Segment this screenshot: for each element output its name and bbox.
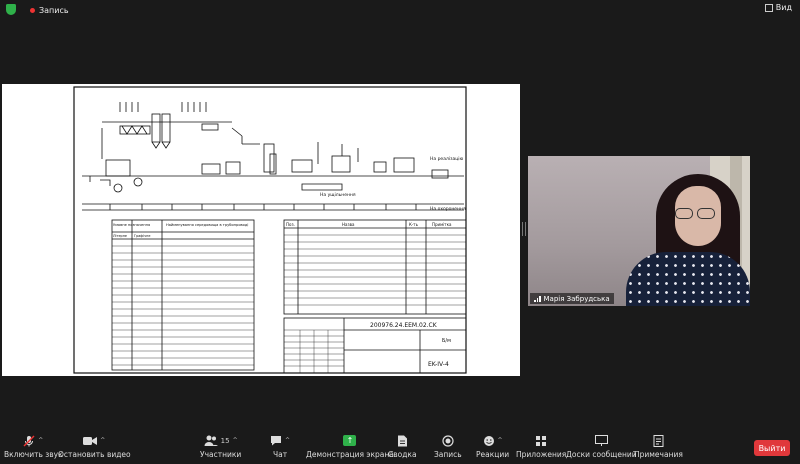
- participants-label: Участники: [200, 450, 242, 459]
- technological-scheme-drawing: На ущільнення На реалізацію На охороненн…: [73, 86, 467, 374]
- spec-header-name: Назва: [342, 222, 355, 227]
- recording-label: Запись: [39, 5, 69, 15]
- share-screen-label: Демонстрация экрана: [306, 450, 394, 459]
- mic-muted-icon: [23, 435, 35, 446]
- grid-view-icon: [764, 3, 773, 12]
- participants-button[interactable]: 15 ^ Участники: [200, 434, 241, 459]
- chevron-up-icon[interactable]: ^: [38, 437, 43, 444]
- reactions-label: Реакции: [476, 450, 510, 459]
- signal-bars-icon: [534, 295, 541, 302]
- participants-icon: [204, 435, 218, 446]
- unmute-button[interactable]: ^ Включить звук: [4, 434, 63, 459]
- share-screen-icon: ↑: [343, 435, 357, 446]
- participant-name-tag: Марія Забрудська: [530, 293, 614, 304]
- legend-col1-title: Умовне позначення: [113, 223, 150, 227]
- whiteboard-icon: [594, 435, 608, 446]
- chevron-up-icon[interactable]: ^: [100, 437, 105, 444]
- document-icon: [397, 435, 407, 446]
- record-label: Запись: [434, 450, 462, 459]
- chevron-up-icon[interactable]: ^: [498, 437, 503, 444]
- meeting-toolbar: ^ Включить звук ^ Остановить видео 15 ^ …: [0, 430, 800, 464]
- view-label: Вид: [775, 3, 792, 12]
- video-camera-icon: [83, 436, 98, 445]
- chat-bubble-icon: [271, 436, 281, 446]
- label-to-waste: На охоронення: [430, 206, 466, 212]
- label-to-cooling: На ущільнення: [320, 192, 356, 198]
- record-button[interactable]: Запись: [434, 434, 462, 459]
- record-dot-icon: [30, 7, 35, 13]
- chevron-up-icon[interactable]: ^: [285, 437, 290, 444]
- meeting-topbar: Запись Вид: [0, 0, 800, 20]
- whiteboard-label: Доски сообщений: [566, 450, 637, 459]
- leave-meeting-button[interactable]: Выйти: [754, 440, 790, 456]
- notes-label: Примечания: [634, 450, 683, 459]
- view-button[interactable]: Вид: [764, 3, 792, 12]
- chat-label: Чат: [272, 450, 288, 459]
- share-screen-button[interactable]: ↑ Демонстрация экрана: [306, 434, 394, 459]
- spec-header-note: Примітка: [432, 222, 452, 227]
- shared-screen: На ущільнення На реалізацію На охороненн…: [2, 84, 520, 376]
- notes-icon: [653, 434, 664, 447]
- stamp-sheet-code: EK-IV-4: [428, 361, 449, 368]
- participant-name: Марія Забрудська: [543, 294, 610, 303]
- chat-button[interactable]: ^ Чат: [270, 434, 290, 459]
- spec-header-pos: Поз.: [286, 222, 295, 227]
- spec-header-qty: К-ть: [409, 222, 419, 227]
- stop-video-label: Остановить видео: [58, 450, 131, 459]
- stop-video-button[interactable]: ^ Остановить видео: [58, 434, 131, 459]
- notes-button[interactable]: Примечания: [634, 434, 683, 459]
- summary-button[interactable]: Сводка: [388, 434, 417, 459]
- participant-video-tile[interactable]: Марія Забрудська: [528, 156, 750, 306]
- legend-col-graphic: Графічне: [134, 234, 150, 238]
- participant-glasses: [675, 204, 721, 219]
- summary-label: Сводка: [388, 450, 417, 459]
- legend-col2-title: Найменування середовища в трубопроводі: [166, 223, 248, 227]
- apps-label: Приложения: [516, 450, 567, 459]
- label-to-realization: На реалізацію: [430, 156, 464, 162]
- stamp-scale: Б/м: [442, 338, 451, 344]
- smiley-icon: [483, 435, 494, 446]
- stamp-code: 200976.24.EEM.02.CK: [370, 322, 438, 329]
- unmute-label: Включить звук: [4, 450, 63, 459]
- security-shield-icon[interactable]: [6, 4, 16, 15]
- record-icon: [442, 434, 454, 447]
- recording-indicator[interactable]: Запись: [24, 3, 75, 17]
- apps-grid-icon: [536, 435, 547, 446]
- reactions-button[interactable]: ^ Реакции: [476, 434, 509, 459]
- chevron-up-icon[interactable]: ^: [233, 437, 238, 444]
- split-view-handle[interactable]: [522, 222, 526, 236]
- legend-col-number: Літерне: [113, 234, 127, 238]
- apps-button[interactable]: Приложения: [516, 434, 566, 459]
- whiteboard-button[interactable]: Доски сообщений: [566, 434, 637, 459]
- participants-count: 15: [220, 436, 230, 445]
